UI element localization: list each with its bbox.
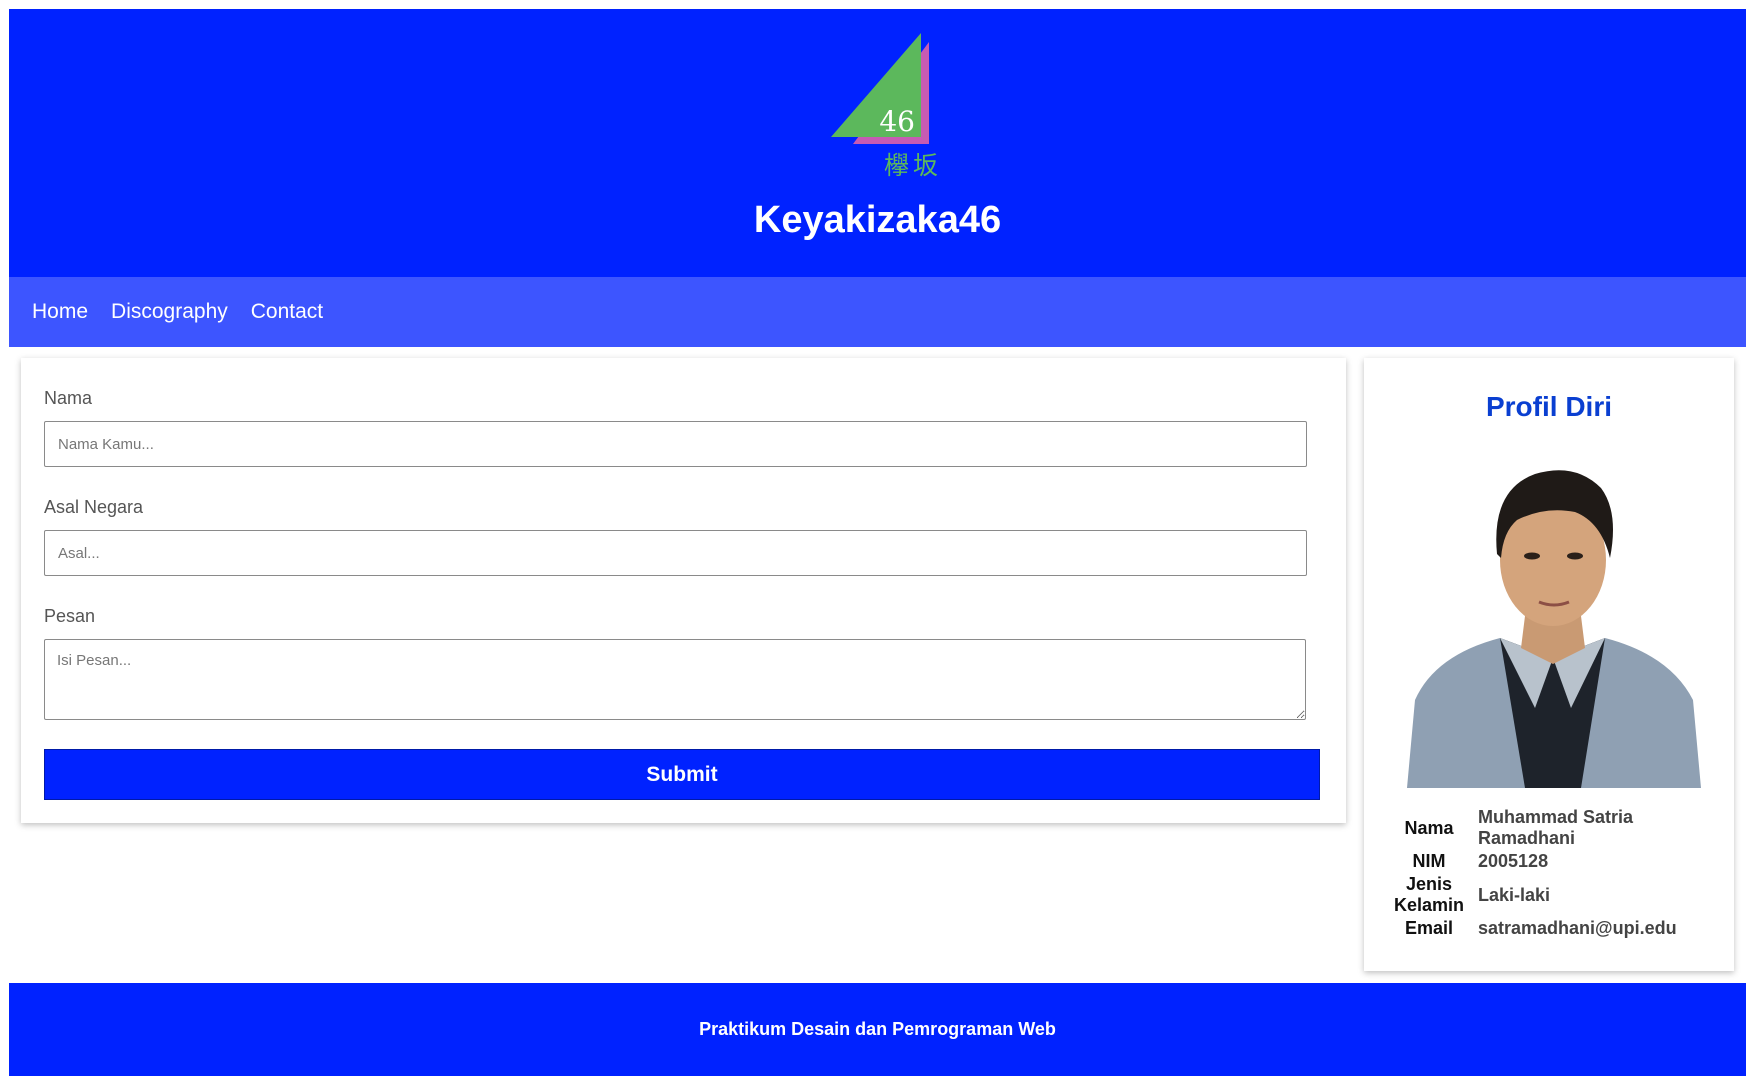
profile-key: NIM [1412, 851, 1446, 871]
nav-discography[interactable]: Discography [111, 300, 228, 324]
nav-home[interactable]: Home [32, 300, 88, 324]
profile-table: Nama Muhammad Satria Ramadhani NIM 20051… [1386, 806, 1716, 940]
profile-value: 2005128 [1478, 851, 1549, 871]
pesan-label: Pesan [44, 606, 96, 626]
profile-row-nama: Nama Muhammad Satria Ramadhani [1386, 806, 1716, 850]
profile-value: satramadhani@upi.edu [1478, 918, 1677, 938]
profile-row-jenis-kelamin: Jenis Kelamin Laki-laki [1386, 873, 1716, 917]
nama-label: Nama [44, 388, 93, 408]
profile-title: Profil Diri [1485, 391, 1612, 422]
asal-negara-label: Asal Negara [44, 497, 144, 517]
site-footer: Praktikum Desain dan Pemrograman Web [9, 983, 1746, 1076]
nav-contact[interactable]: Contact [251, 300, 323, 324]
profile-row-email: Email satramadhani@upi.edu [1386, 917, 1716, 940]
logo-kanji: 欅坂 [884, 151, 942, 180]
main-nav: Home Discography Contact [9, 277, 1746, 347]
profile-key: Jenis Kelamin [1393, 874, 1465, 915]
keyakizaka-logo: 46 欅坂 [831, 33, 942, 180]
site-header: 46 欅坂 Keyakizaka46 [9, 9, 1746, 277]
profile-card: Profil Diri Nama Muhammad Satria Ramadha… [1364, 358, 1734, 971]
profile-row-nim: NIM 2005128 [1386, 850, 1716, 873]
profile-key: Email [1404, 918, 1454, 938]
profile-key: Nama [1404, 817, 1454, 838]
contact-form: Nama Asal Negara Pesan Submit [21, 358, 1346, 823]
profile-photo [1405, 450, 1701, 788]
asal-negara-input[interactable] [44, 530, 1307, 576]
submit-button[interactable]: Submit [44, 749, 1320, 800]
nama-input[interactable] [44, 421, 1307, 467]
pesan-textarea[interactable] [44, 639, 1306, 720]
profile-value: Laki-laki [1478, 884, 1551, 905]
profile-value: Muhammad Satria Ramadhani [1478, 807, 1634, 848]
footer-text: Praktikum Desain dan Pemrograman Web [699, 1019, 1056, 1039]
site-title: Keyakizaka46 [753, 199, 1002, 241]
logo-number: 46 [879, 105, 915, 138]
